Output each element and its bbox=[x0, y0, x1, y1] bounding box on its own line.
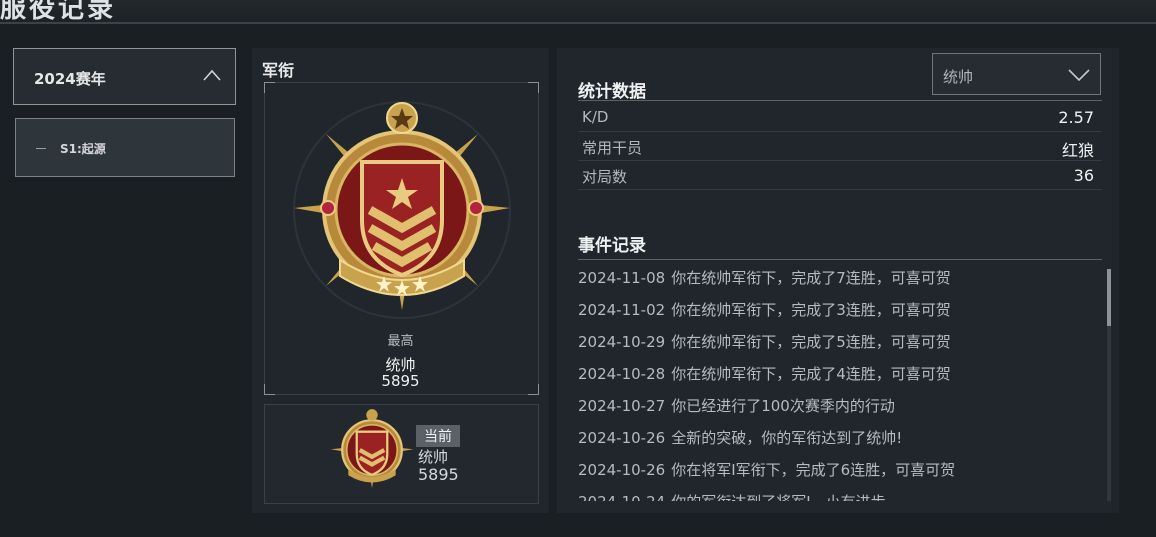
stat-value: 2.57 bbox=[1058, 108, 1094, 127]
stat-label: 对局数 bbox=[582, 168, 628, 186]
current-rank-emblem-icon bbox=[330, 409, 414, 489]
season-dropdown[interactable]: 2024赛年 bbox=[13, 48, 236, 105]
divider bbox=[578, 259, 1102, 260]
stats-panel: 统帅 统计数据 K/D 2.57 常用干员 红狼 对局数 36 事件记录 202… bbox=[557, 48, 1119, 513]
stat-row-matches: 对局数 36 bbox=[578, 161, 1102, 190]
current-rank-score: 5895 bbox=[418, 465, 459, 484]
list-item: 2024-10-26 你在将军Ⅰ军衔下，完成了6连胜，可喜可贺 bbox=[578, 461, 956, 479]
scroll-thumb[interactable] bbox=[1107, 269, 1111, 326]
event-scrollbar[interactable] bbox=[1107, 269, 1111, 501]
rank-emblem-icon bbox=[293, 101, 511, 319]
best-label: 最高 bbox=[387, 334, 414, 349]
page-title: 服役记录 bbox=[0, 0, 117, 24]
event-list[interactable]: 2024-11-08 你在统帅军衔下，完成了7连胜，可喜可贺 2024-11-02… bbox=[578, 261, 1098, 501]
stat-label: 常用干员 bbox=[582, 139, 643, 157]
current-rank-name: 统帅 bbox=[418, 448, 449, 466]
stat-value: 36 bbox=[1073, 166, 1094, 185]
list-item: 2024-10-24你的军衔达到了将军Ⅰ，小有进步 bbox=[578, 491, 886, 501]
rank-filter-dropdown[interactable]: 统帅 bbox=[932, 53, 1101, 95]
season-dropdown-label: 2024赛年 bbox=[34, 70, 106, 88]
divider bbox=[578, 100, 1102, 101]
stat-value: 红狼 bbox=[1061, 141, 1094, 160]
best-rank-score: 5895 bbox=[381, 372, 420, 390]
chevron-up-icon bbox=[203, 69, 221, 81]
list-item: 2024-10-27 你已经进行了100次赛季内的行动 bbox=[578, 397, 895, 415]
stats-title: 统计数据 bbox=[578, 82, 646, 102]
stat-row-kd: K/D 2.57 bbox=[578, 103, 1102, 132]
stat-label: K/D bbox=[582, 108, 609, 126]
rank-filter-value: 统帅 bbox=[943, 68, 974, 86]
rank-panel: 军衔 最高 统帅 5895 当前 统帅 5895 bbox=[252, 48, 549, 513]
list-item: 2024-10-29 你在统帅军衔下，完成了5连胜，可喜可贺 bbox=[578, 333, 951, 351]
current-badge: 当前 bbox=[416, 425, 460, 447]
dash-icon bbox=[36, 148, 46, 149]
list-item: 2024-10-28 你在统帅军衔下，完成了4连胜，可喜可贺 bbox=[578, 365, 951, 383]
stat-row-operator: 常用干员 红狼 bbox=[578, 132, 1102, 161]
rank-title: 军衔 bbox=[262, 61, 295, 80]
season-item-label: S1:起源 bbox=[60, 142, 106, 156]
list-item: 2024-10-26 全新的突破，你的军衔达到了统帅! bbox=[578, 429, 903, 447]
chevron-down-icon bbox=[1068, 69, 1090, 81]
top-bar: 服役记录 bbox=[0, 0, 1156, 24]
list-item: 2024-11-08 你在统帅军衔下，完成了7连胜，可喜可贺 bbox=[578, 269, 951, 287]
events-title: 事件记录 bbox=[578, 236, 646, 256]
season-item-s1[interactable]: S1:起源 bbox=[15, 118, 235, 177]
list-item: 2024-11-02 你在统帅军衔下，完成了3连胜，可喜可贺 bbox=[578, 301, 951, 319]
